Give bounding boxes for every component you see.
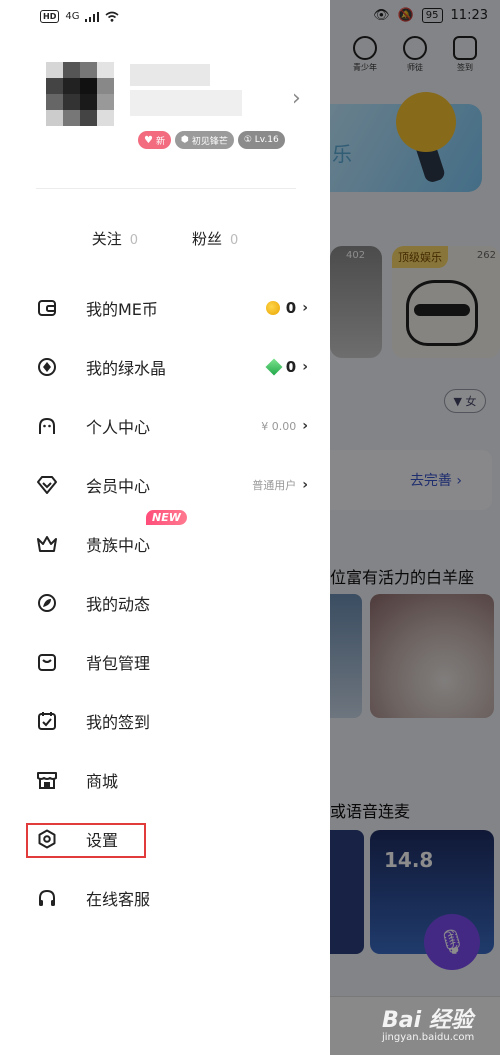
menu-item-noble-center[interactable]: 贵族中心 NEW xyxy=(0,510,330,572)
headset-icon xyxy=(36,887,58,909)
chevron-right-icon: › xyxy=(302,477,308,493)
username-blurred xyxy=(130,64,242,124)
crown-icon xyxy=(36,533,58,555)
menu-item-me-coin[interactable]: 我的ME币 0 › xyxy=(0,280,330,336)
status-bar-left: HD 4G xyxy=(40,10,119,23)
backpack-icon xyxy=(36,651,58,673)
baidu-watermark: Bai 经验 xyxy=(382,1008,473,1033)
wifi-icon xyxy=(105,11,119,22)
badge-row: ♥ 新 ⬢ 初见锋芒 ① Lv.16 xyxy=(138,131,285,149)
profile-chevron-icon[interactable]: › xyxy=(292,86,301,111)
level-badge: ① Lv.16 xyxy=(237,131,285,149)
follow-stats: 关注 0 粉丝 0 xyxy=(0,228,330,249)
heart-icon: ♥ xyxy=(144,134,153,146)
following-stat[interactable]: 关注 0 xyxy=(92,228,138,249)
store-icon xyxy=(36,769,58,791)
new-user-badge: ♥ 新 xyxy=(138,131,171,149)
new-badge: NEW xyxy=(146,510,187,525)
menu-item-backpack[interactable]: 背包管理 xyxy=(0,634,330,690)
chevron-right-icon: › xyxy=(302,359,308,375)
title-badge: ⬢ 初见锋芒 xyxy=(174,131,234,149)
chevron-right-icon: › xyxy=(302,418,308,434)
menu-item-vip-center[interactable]: 会员中心 普通用户 › xyxy=(0,457,330,513)
baidu-watermark-url: jingyan.baidu.com xyxy=(382,1032,475,1043)
avatar[interactable] xyxy=(46,62,114,126)
crystal-icon xyxy=(36,356,58,378)
menu-item-my-moments[interactable]: 我的动态 xyxy=(0,575,330,631)
shield-icon: ⬢ xyxy=(180,135,189,145)
fans-stat[interactable]: 粉丝 0 xyxy=(192,228,238,249)
menu-item-customer-service[interactable]: 在线客服 xyxy=(0,870,330,926)
highlight-annotation-box xyxy=(26,823,146,858)
hd-indicator: HD xyxy=(40,10,60,23)
coin-icon xyxy=(265,301,280,315)
divider xyxy=(36,188,296,189)
menu-item-store[interactable]: 商城 xyxy=(0,752,330,808)
leaf-icon xyxy=(36,592,58,614)
green-gem-icon xyxy=(265,358,283,376)
wallet-icon xyxy=(36,297,58,319)
network-indicator: 4G xyxy=(65,11,80,22)
vip-diamond-icon xyxy=(36,474,58,496)
side-drawer: HD 4G › ♥ 新 ⬢ 初见锋芒 ① Lv.16 关注 0 粉丝 0 我的M… xyxy=(0,0,330,1055)
menu-item-green-crystal[interactable]: 我的绿水晶 0 › xyxy=(0,339,330,395)
calendar-check-icon xyxy=(36,710,58,732)
person-icon xyxy=(36,415,58,437)
menu-item-personal-center[interactable]: 个人中心 ¥ 0.00 › xyxy=(0,398,330,454)
chevron-right-icon: › xyxy=(302,300,308,316)
signal-icon xyxy=(85,11,100,22)
menu-item-checkin[interactable]: 我的签到 xyxy=(0,693,330,749)
